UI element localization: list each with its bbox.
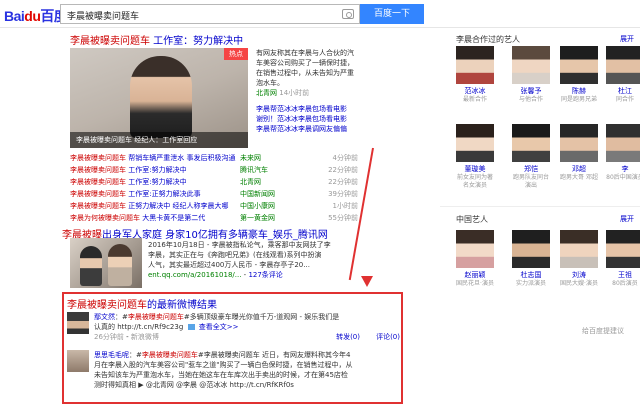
weibo-post: 思思毛毛呢：#李晨被曝卖问题车#李晨被曝卖问题车 近日，有网友爆料称其今年4 月… [94,351,353,389]
artist-card[interactable]: 陈赫 同是跑男兄弟 [560,46,598,104]
search-button[interactable]: 百度一下 [360,4,424,24]
hot-badge: 热点 [224,48,248,60]
stars-more[interactable]: 展开 [620,214,634,224]
divider [440,206,640,207]
result2-summary: 2016年10月18日 - 李晨被指私论气，乘客那中友网扶了李 李晨，其实正在与… [148,241,331,279]
artist-card[interactable]: 刘涛 国民大嫂·演员 [560,230,598,288]
baidu-logo[interactable]: Baidu百度 [4,6,68,26]
feedback-link[interactable]: 给百度提建议 [582,326,624,336]
avatar[interactable] [67,312,89,334]
news-row[interactable]: 李晨被曝卖问题车 工作室:正努力解决此事 中国新闻网 39分钟前 [70,188,358,200]
result1-summary: 有网友称其在李晨与人合伙的汽 车美容公司购买了一辆保时捷， 在销售过程中，从未告… [256,49,354,97]
result-title-1[interactable]: 李晨被曝卖问题车 工作室：努力解决中 [70,32,243,47]
partners-title: 李晨合作过的艺人 [456,35,520,44]
artist-card[interactable]: 杜江 同合作 [606,46,640,104]
stars-title: 中国艺人 [456,215,488,224]
news-row[interactable]: 李晨被曝卖问题车 工作室:努力解决中 腾讯汽车 22分钟前 [70,164,358,176]
artist-card[interactable]: 董璇美 前女友同为著名女演员 [456,124,494,190]
comment-link[interactable]: 评论(0) [376,332,400,342]
image-caption: 李晨被曝卖问题车 经纪人：工作室回应 [70,132,248,148]
avatar[interactable] [67,350,89,372]
artist-card[interactable]: 张馨予 与他合作 [512,46,550,104]
artist-card[interactable]: 郑恺 跑男队友同台演出 [512,124,550,190]
related-link[interactable]: 谢别！范冰冰李晨包场看电影 [256,114,366,124]
artist-card[interactable]: 李80后中国演员 [606,124,640,182]
person-image [130,56,192,138]
related-link[interactable]: 李晨帮范冰冰李晨调网友偏偏 [256,124,366,134]
partners-more[interactable]: 展开 [620,34,634,44]
weibo-title[interactable]: 李晨被曝卖问题车的最新微博结果 [67,296,217,311]
camera-icon[interactable] [342,9,354,19]
see-all-link[interactable]: 查看全文>> [199,323,239,331]
search-input[interactable]: 李晨被曝卖问题车 [60,4,360,24]
news-row[interactable]: 李晨被曝卖问题车 正努力解决中 经纪人称李晨大哪 中国小康网 1小时前 [70,200,358,212]
image-icon [187,324,195,330]
artist-card[interactable]: 王祖 80后演员 [606,230,640,288]
artist-card[interactable]: 赵丽颖 国民花旦·演员 [456,230,494,288]
result2-thumbnail[interactable] [70,238,142,288]
artist-card[interactable]: 范冰冰 最新合作 [456,46,494,104]
news-row[interactable]: 李晨为何被曝卖问题车 大黑卡黄不是第二代 第一黄金网 55分钟前 [70,212,358,224]
news-thumbnail[interactable]: 李晨被曝卖问题车 经纪人：工作室回应 [70,48,248,148]
related-links: 李晨帮范冰冰李晨包场看电影 谢别！范冰冰李晨包场看电影 李晨帮范冰冰李晨调网友偏… [256,104,366,134]
news-row[interactable]: 李晨被曝卖问题车 帮销车辆严重泄水 事发后积极沟通 未来网 4分钟前 [70,152,358,164]
search-query: 李晨被曝卖问题车 [67,12,140,22]
repost-link[interactable]: 转发(0) [336,332,360,342]
news-row[interactable]: 李晨被曝卖问题车 工作室:努力解决中 北青网 22分钟前 [70,176,358,188]
artist-card[interactable]: 邓超 跑男大哥 邓超 [560,124,598,182]
weibo-post: 鄢文然：#李晨被曝卖问题车#多辆顶级豪车曝光你值千万-道观网 - 娱乐我们是 认… [94,313,400,342]
annotation-arrow-head [361,276,373,287]
artist-card[interactable]: 杜志国 实力派演员 [512,230,550,288]
related-link[interactable]: 李晨帮范冰冰李晨包场看电影 [256,104,366,114]
